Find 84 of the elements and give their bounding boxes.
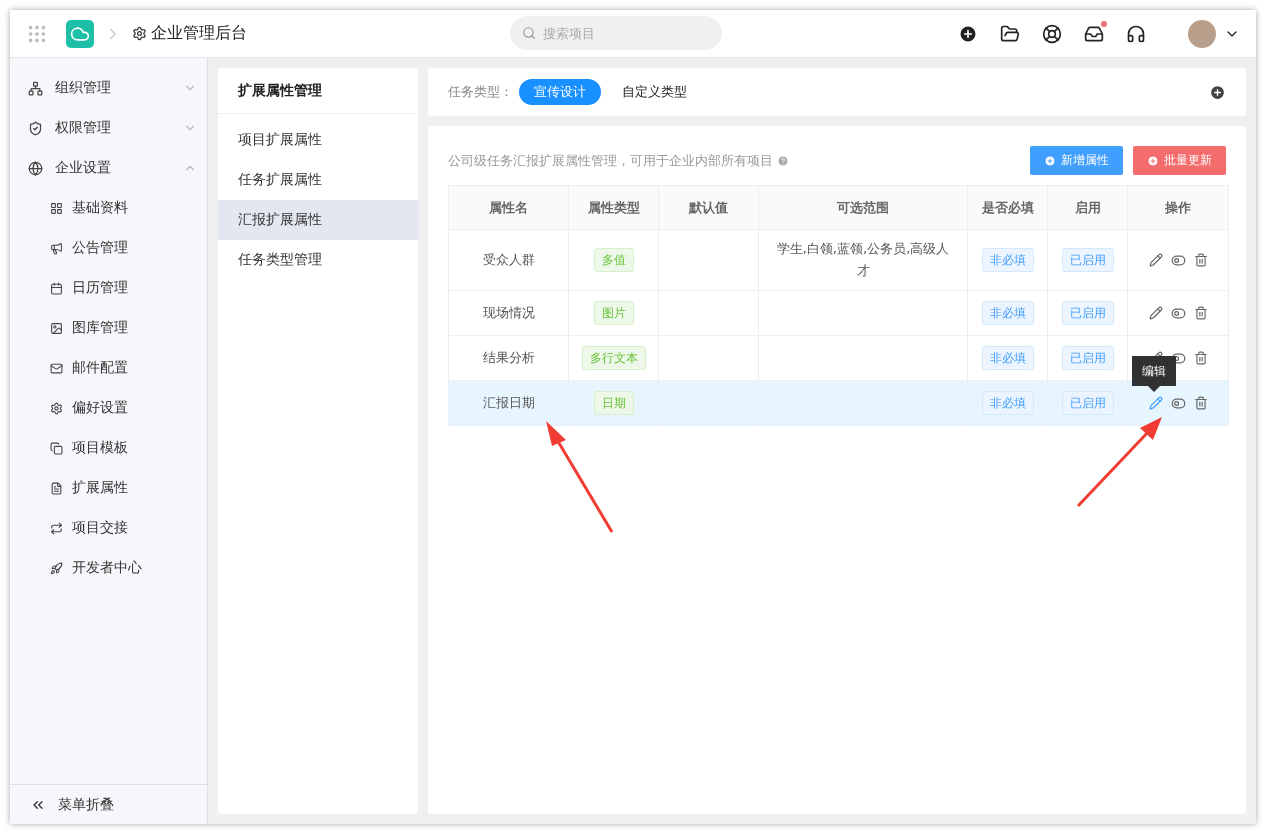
inbox-icon[interactable] <box>1084 23 1104 44</box>
sidebar-item[interactable]: 日历管理 <box>10 268 207 308</box>
gear-icon <box>132 26 147 41</box>
menu-item-icon <box>50 241 63 255</box>
subnav-item[interactable]: 汇报扩展属性 <box>218 200 418 240</box>
sidebar-group[interactable]: 企业设置 <box>10 148 207 188</box>
sidebar-item[interactable]: 开发者中心 <box>10 548 207 588</box>
add-icon[interactable] <box>958 23 978 44</box>
plus-circle-icon <box>1044 154 1056 167</box>
type-tag: 多值 <box>593 248 634 272</box>
help-icon[interactable] <box>1042 23 1062 44</box>
sidebar-item[interactable]: 公告管理 <box>10 228 207 268</box>
enabled-tag: 已启用 <box>1061 248 1114 272</box>
column-header: 启用 <box>1047 185 1128 230</box>
sidebar-item[interactable]: 图库管理 <box>10 308 207 348</box>
menu-item-icon <box>50 521 63 535</box>
add-type-icon[interactable] <box>1209 83 1226 101</box>
search-field[interactable]: 搜索项目 <box>510 16 722 50</box>
edit-icon[interactable] <box>1148 252 1163 268</box>
table-row[interactable]: 受众人群 多值 学生,白领,蓝领,公务员,高级人才 非必填 已启用 <box>448 229 1229 291</box>
column-header: 默认值 <box>658 185 759 230</box>
delete-icon[interactable] <box>1193 395 1208 411</box>
menu-item-icon <box>50 441 63 455</box>
attribute-name: 结果分析 <box>482 350 535 365</box>
subnav-item[interactable]: 任务类型管理 <box>218 240 418 280</box>
subnav-item[interactable]: 项目扩展属性 <box>218 120 418 160</box>
type-tag: 图片 <box>593 301 634 325</box>
enabled-tag: 已启用 <box>1061 391 1114 415</box>
menu-item-icon <box>50 361 63 375</box>
folder-icon[interactable] <box>1000 23 1020 44</box>
required-tag: 非必填 <box>981 391 1034 415</box>
type-tag: 日期 <box>593 391 634 415</box>
panel-description: 公司级任务汇报扩展属性管理，可用于企业内部所有项目 <box>448 151 773 170</box>
sidebar-item[interactable]: 项目模板 <box>10 428 207 468</box>
plus-circle-icon <box>1147 154 1159 167</box>
menu-item-icon <box>50 201 63 215</box>
group-icon <box>28 80 43 96</box>
required-tag: 非必填 <box>981 346 1034 370</box>
delete-icon[interactable] <box>1193 350 1208 366</box>
enabled-tag: 已启用 <box>1061 301 1114 325</box>
table-row[interactable]: 现场情况 图片 非必填 已启用 <box>448 290 1229 336</box>
column-header: 属性类型 <box>568 185 659 230</box>
table-row[interactable]: 汇报日期 日期 非必填 已启用 <box>448 380 1229 426</box>
task-type-chip[interactable]: 自定义类型 <box>607 79 702 105</box>
group-icon <box>28 160 43 176</box>
toggle-icon[interactable] <box>1170 252 1186 268</box>
toggle-icon[interactable] <box>1170 305 1186 321</box>
required-tag: 非必填 <box>981 248 1034 272</box>
column-header: 属性名 <box>448 185 569 230</box>
enabled-tag: 已启用 <box>1061 346 1114 370</box>
menu-item-icon <box>50 481 63 495</box>
menu-item-icon <box>50 281 63 295</box>
headset-icon[interactable] <box>1126 23 1146 44</box>
delete-icon[interactable] <box>1193 252 1208 268</box>
attribute-name: 汇报日期 <box>482 395 535 410</box>
menu-item-icon <box>50 561 63 575</box>
search-input[interactable]: 搜索项目 <box>541 24 711 42</box>
search-icon <box>522 26 536 40</box>
column-header: 是否必填 <box>967 185 1048 230</box>
sidebar-item[interactable]: 项目交接 <box>10 508 207 548</box>
column-header: 可选范围 <box>758 185 968 230</box>
subnav-title: 扩展属性管理 <box>218 68 418 114</box>
group-icon <box>28 120 43 136</box>
menu-item-icon <box>50 321 63 335</box>
collapse-menu-button[interactable]: 菜单折叠 <box>10 784 207 824</box>
column-header: 操作 <box>1127 185 1229 230</box>
menu-item-icon <box>50 401 63 415</box>
type-tag: 多行文本 <box>581 346 646 370</box>
sidebar-item[interactable]: 扩展属性 <box>10 468 207 508</box>
sidebar-item[interactable]: 邮件配置 <box>10 348 207 388</box>
toggle-icon[interactable] <box>1170 395 1186 411</box>
subnav-item[interactable]: 任务扩展属性 <box>218 160 418 200</box>
range-text: 学生,白领,蓝领,公务员,高级人才 <box>776 241 950 278</box>
task-type-label: 任务类型： <box>448 83 513 101</box>
attribute-name: 受众人群 <box>482 252 535 267</box>
sidebar-item[interactable]: 偏好设置 <box>10 388 207 428</box>
sidebar-item[interactable]: 基础资料 <box>10 188 207 228</box>
sidebar-group[interactable]: 权限管理 <box>10 108 207 148</box>
app-title: 企业管理后台 <box>151 23 247 44</box>
attribute-name: 现场情况 <box>482 305 535 320</box>
required-tag: 非必填 <box>981 301 1034 325</box>
edit-icon[interactable] <box>1148 305 1163 321</box>
sidebar-group[interactable]: 组织管理 <box>10 68 207 108</box>
delete-icon[interactable] <box>1193 305 1208 321</box>
